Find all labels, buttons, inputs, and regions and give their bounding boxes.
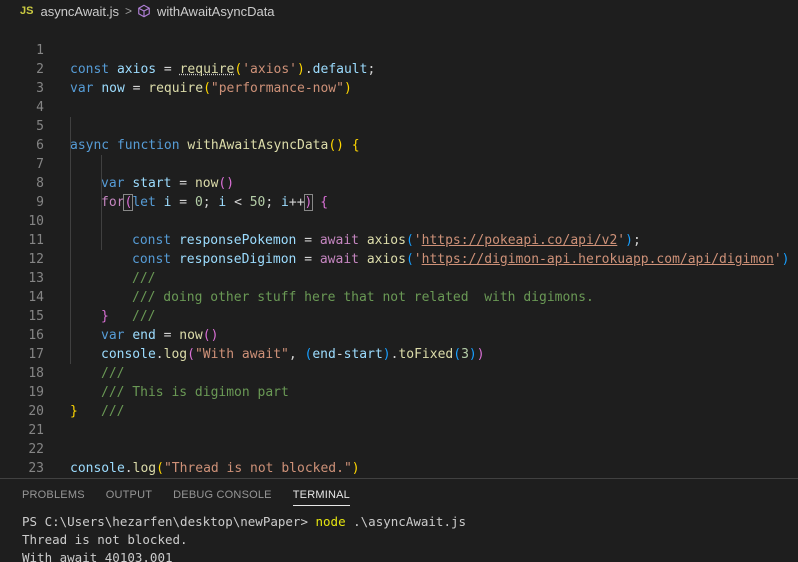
- indent-guide: [70, 269, 71, 288]
- tab-debug-console[interactable]: DEBUG CONSOLE: [173, 479, 272, 511]
- tab-problems[interactable]: PROBLEMS: [22, 479, 85, 511]
- indent-guide: [70, 307, 71, 326]
- javascript-file-icon: JS: [20, 5, 34, 17]
- indent-guide: [101, 212, 102, 231]
- terminal-prompt: PS C:\Users\hezarfen\desktop\newPaper>: [22, 514, 316, 529]
- code-line-8: 8 const responsePokemon = await axios('h…: [0, 155, 798, 248]
- code-line-21: 21: [0, 402, 798, 438]
- indent-guide: [70, 250, 71, 269]
- code-line-11: 11 /// doing other stuff here that not r…: [0, 212, 798, 305]
- indent-guide: [70, 212, 71, 231]
- indent-guide: [70, 231, 71, 250]
- indent-guide: [70, 326, 71, 345]
- indent-guide: [101, 231, 102, 250]
- indent-guide: [70, 288, 71, 307]
- code-line-5: 5 async function withAwaitAsyncData() {: [0, 98, 798, 153]
- code-line-17: 17 /// This is digimon part: [0, 326, 798, 400]
- indent-guide: [70, 174, 71, 193]
- code-line-23: 23 const result = withAwaitAsyncData();: [0, 440, 798, 476]
- terminal-command: node: [315, 514, 346, 529]
- code-line-6: 6 var start = now(): [0, 117, 798, 191]
- code-line-13: 13 }: [0, 250, 798, 324]
- breadcrumb-symbol[interactable]: withAwaitAsyncData: [157, 4, 275, 19]
- code-line-2: 2 var now = require("performance-now"): [0, 41, 798, 96]
- code-line-9: 9 const responseDigimon = await axios('h…: [0, 174, 798, 267]
- code-line-16: 16 ///: [0, 307, 798, 381]
- code-line-7: 7 for(let i = 0; i < 50; i++) {: [0, 136, 798, 211]
- indent-guide: [70, 193, 71, 212]
- terminal-output-line: With await 40103.001: [22, 550, 173, 562]
- breadcrumb: JS asyncAwait.js > withAwaitAsyncData: [0, 0, 798, 22]
- terminal-output-line: Thread is not blocked.: [22, 532, 188, 547]
- code-editor[interactable]: 1 const axios = require('axios').default…: [0, 22, 798, 478]
- breadcrumb-file[interactable]: asyncAwait.js: [40, 4, 119, 19]
- bottom-panel: PROBLEMS OUTPUT DEBUG CONSOLE TERMINAL P…: [0, 478, 798, 562]
- terminal-args: .\asyncAwait.js: [345, 514, 467, 529]
- indent-guide: [70, 117, 71, 136]
- terminal-command-line: PS C:\Users\hezarfen\desktop\newPaper> n…: [22, 513, 798, 531]
- code-line-1: 1 const axios = require('axios').default…: [0, 22, 798, 77]
- indent-guide: [70, 155, 71, 174]
- code-line-4: 4: [0, 79, 798, 115]
- code-line-10: 10 ///: [0, 193, 798, 286]
- code-line-3: 3: [0, 60, 798, 96]
- code-line-15: 15 console.log("With await", (end-start)…: [0, 288, 798, 362]
- code-line-18: 18 ///: [0, 345, 798, 419]
- indent-guide: [70, 345, 71, 364]
- panel-tabs: PROBLEMS OUTPUT DEBUG CONSOLE TERMINAL: [0, 479, 798, 511]
- code-line-12: 12 ///: [0, 231, 798, 324]
- code-line-24: 24: [0, 459, 798, 478]
- method-symbol-icon: [138, 4, 150, 18]
- indent-guide: [101, 155, 102, 174]
- indent-guide: [101, 193, 102, 212]
- tab-output[interactable]: OUTPUT: [106, 479, 152, 511]
- code-line-20: 20: [0, 383, 798, 419]
- indent-guide: [101, 174, 102, 193]
- code-line-14: 14 var end = now(): [0, 269, 798, 343]
- terminal[interactable]: PS C:\Users\hezarfen\desktop\newPaper> n…: [0, 511, 798, 562]
- code-line-22: 22 console.log("Thread is not blocked."): [0, 421, 798, 476]
- tab-terminal[interactable]: TERMINAL: [292, 479, 351, 511]
- code-line-19: 19 }: [0, 364, 798, 419]
- chevron-right-icon: >: [124, 4, 132, 18]
- indent-guide: [70, 136, 71, 155]
